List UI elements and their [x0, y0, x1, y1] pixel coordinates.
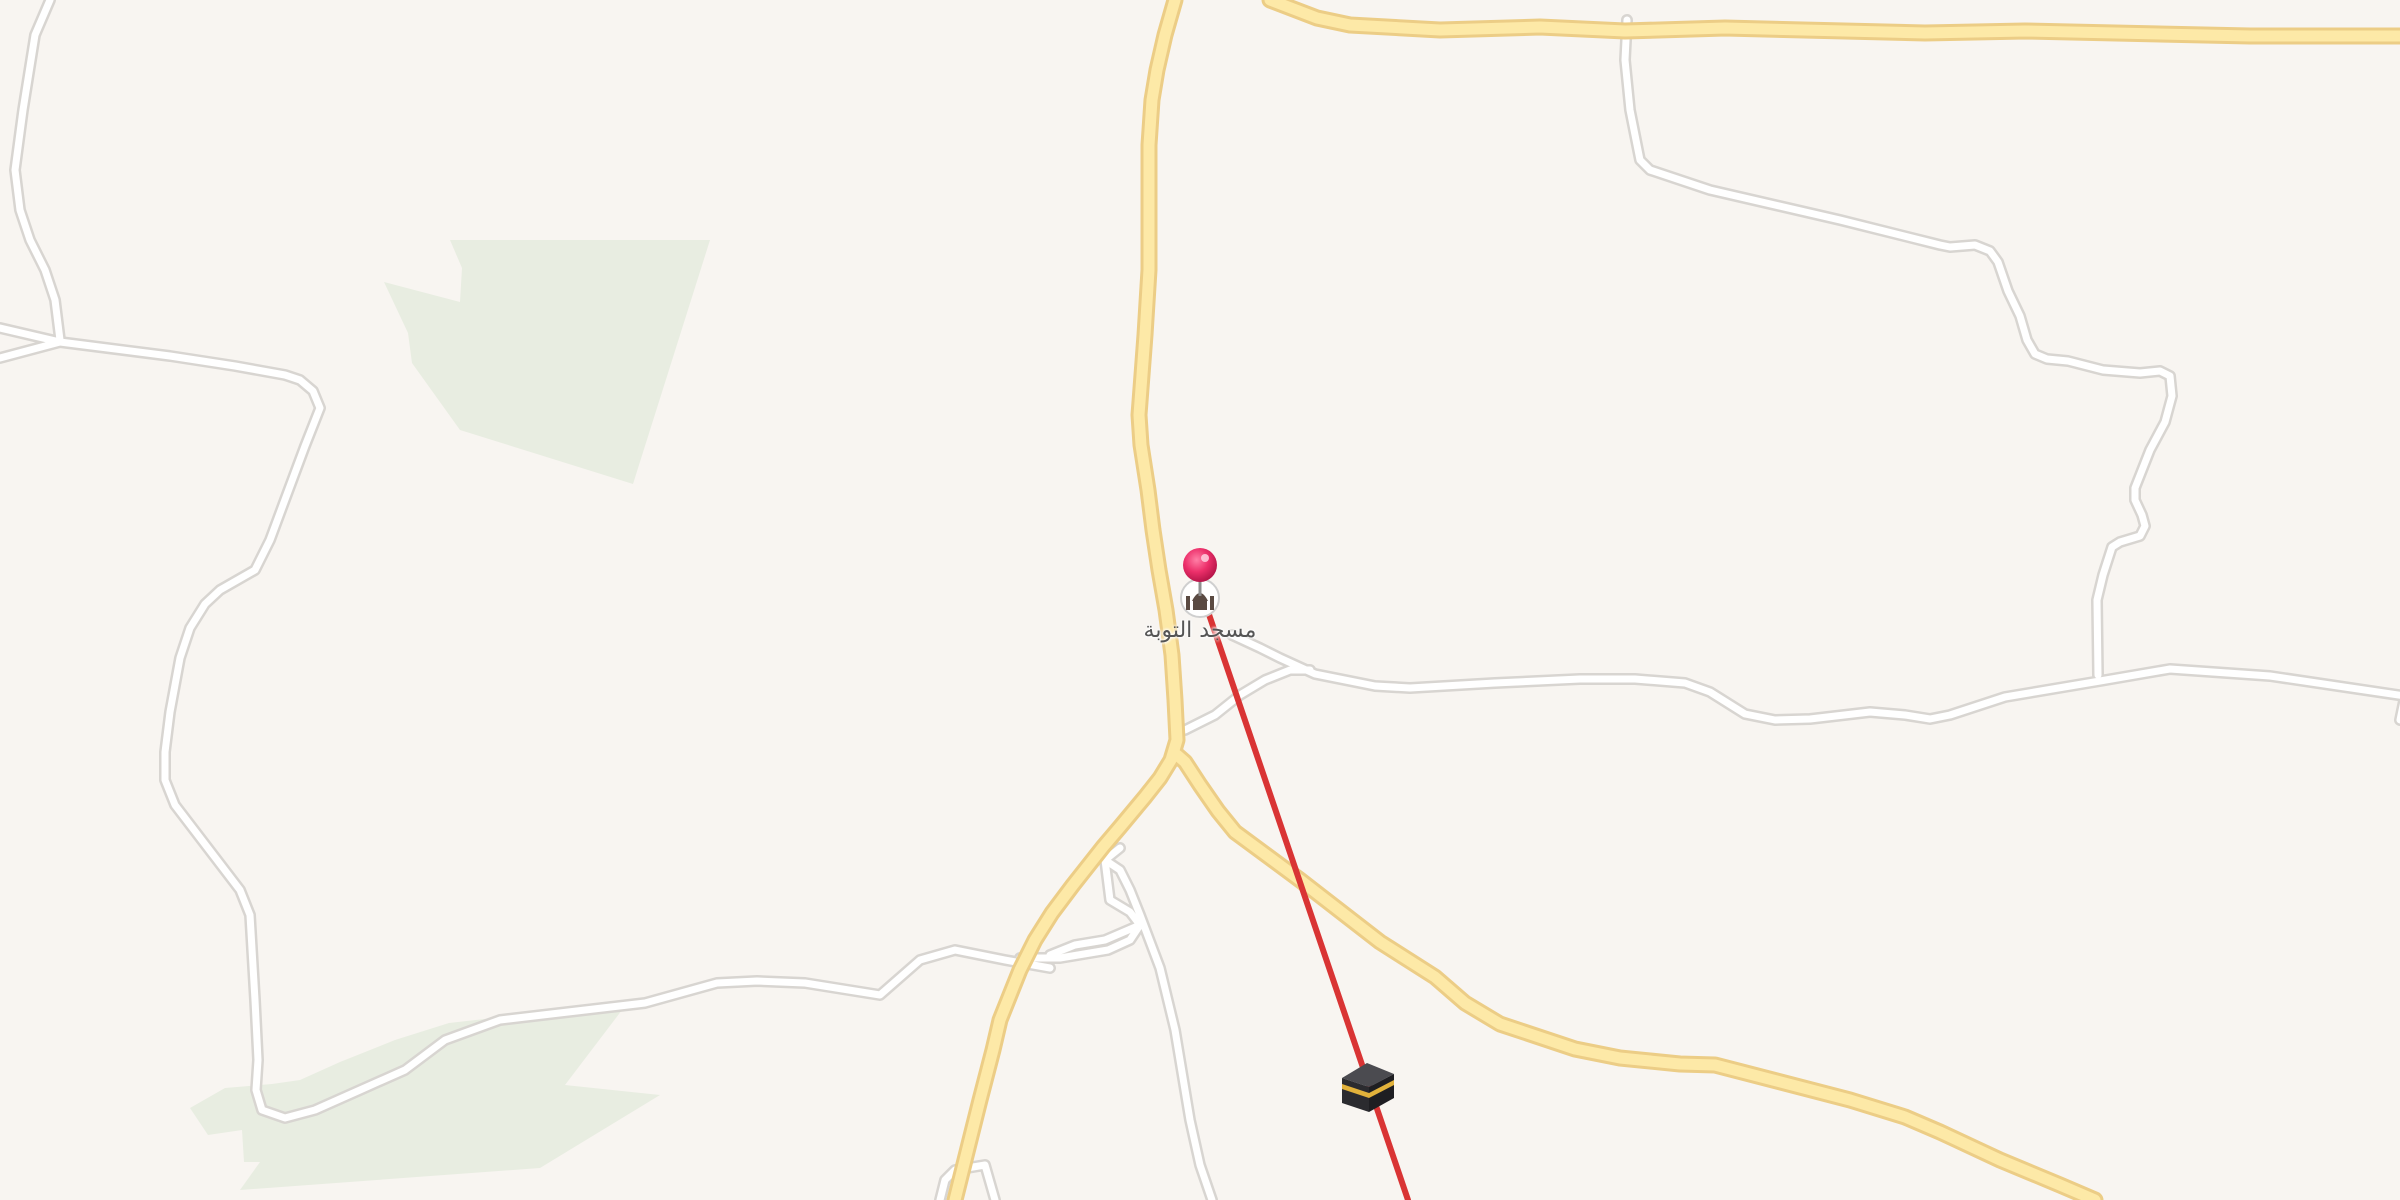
qibla-direction-line	[1197, 585, 1411, 1200]
map-layer[interactable]	[0, 0, 2400, 1200]
kaaba-icon[interactable]	[1342, 358, 1394, 1112]
park-area	[384, 240, 710, 484]
map-canvas[interactable]: مسجد التوبة	[0, 0, 2400, 1200]
mosque-name-label[interactable]: مسجد التوبة	[1070, 618, 1330, 643]
